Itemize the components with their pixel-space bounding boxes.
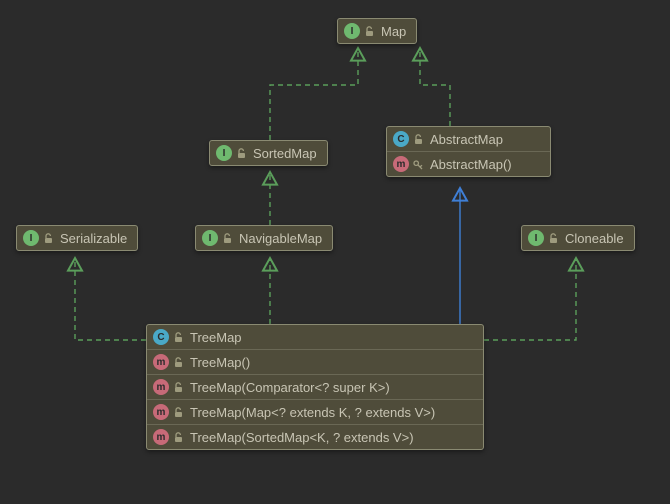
node-abstractmap[interactable]: C AbstractMap m AbstractMap() bbox=[386, 126, 551, 177]
interface-icon: I bbox=[528, 230, 544, 246]
member-row: m TreeMap(Comparator<? super K>) bbox=[147, 374, 483, 399]
node-treemap[interactable]: C TreeMap m TreeMap() m TreeMap(Comparat… bbox=[146, 324, 484, 450]
lock-open-icon bbox=[413, 134, 424, 145]
lock-open-icon bbox=[43, 233, 54, 244]
node-title: Cloneable bbox=[565, 231, 624, 246]
interface-icon: I bbox=[23, 230, 39, 246]
edge-sortedmap-map bbox=[270, 48, 358, 140]
node-title: SortedMap bbox=[253, 146, 317, 161]
member-label: TreeMap(SortedMap<K, ? extends V>) bbox=[190, 430, 414, 445]
node-cloneable[interactable]: I Cloneable bbox=[521, 225, 635, 251]
method-icon: m bbox=[153, 404, 169, 420]
interface-icon: I bbox=[202, 230, 218, 246]
edge-treemap-serializable bbox=[75, 258, 146, 340]
node-title: NavigableMap bbox=[239, 231, 322, 246]
node-title: AbstractMap bbox=[430, 132, 503, 147]
lock-open-icon bbox=[173, 382, 184, 393]
method-icon: m bbox=[153, 354, 169, 370]
lock-open-icon bbox=[548, 233, 559, 244]
node-serializable[interactable]: I Serializable bbox=[16, 225, 138, 251]
member-label: AbstractMap() bbox=[430, 157, 512, 172]
member-row: m TreeMap() bbox=[147, 349, 483, 374]
lock-open-icon bbox=[236, 148, 247, 159]
method-icon: m bbox=[153, 379, 169, 395]
lock-open-icon bbox=[173, 357, 184, 368]
lock-open-icon bbox=[173, 432, 184, 443]
lock-open-icon bbox=[173, 407, 184, 418]
node-sortedmap[interactable]: I SortedMap bbox=[209, 140, 328, 166]
node-navigablemap[interactable]: I NavigableMap bbox=[195, 225, 333, 251]
member-label: TreeMap() bbox=[190, 355, 250, 370]
edge-treemap-cloneable bbox=[484, 258, 576, 340]
key-icon bbox=[413, 159, 424, 170]
interface-icon: I bbox=[216, 145, 232, 161]
member-label: TreeMap(Map<? extends K, ? extends V>) bbox=[190, 405, 435, 420]
member-row: m AbstractMap() bbox=[387, 151, 550, 176]
edge-abstractmap-map bbox=[420, 48, 450, 126]
method-icon: m bbox=[153, 429, 169, 445]
node-title: Map bbox=[381, 24, 406, 39]
lock-open-icon bbox=[222, 233, 233, 244]
method-icon: m bbox=[393, 156, 409, 172]
class-icon: C bbox=[393, 131, 409, 147]
interface-icon: I bbox=[344, 23, 360, 39]
lock-open-icon bbox=[173, 332, 184, 343]
member-label: TreeMap(Comparator<? super K>) bbox=[190, 380, 390, 395]
node-title: TreeMap bbox=[190, 330, 242, 345]
node-title: Serializable bbox=[60, 231, 127, 246]
class-icon: C bbox=[153, 329, 169, 345]
lock-open-icon bbox=[364, 26, 375, 37]
member-row: m TreeMap(Map<? extends K, ? extends V>) bbox=[147, 399, 483, 424]
member-row: m TreeMap(SortedMap<K, ? extends V>) bbox=[147, 424, 483, 449]
node-map[interactable]: I Map bbox=[337, 18, 417, 44]
